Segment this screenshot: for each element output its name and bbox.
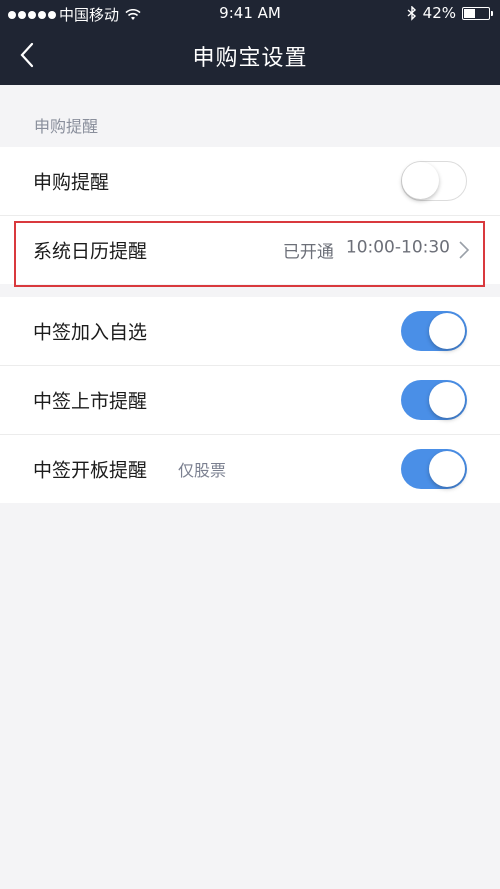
- status-bar: 中国移动 9:41 AM 42%: [0, 0, 500, 26]
- row-label: 中签加入自选: [33, 321, 148, 344]
- section-header-label: 申购提醒: [34, 117, 99, 136]
- navigation-bar: 申购宝设置: [0, 26, 500, 85]
- calendar-status: 已开通: [282, 242, 334, 263]
- section-gap: [0, 284, 500, 297]
- settings-group-2: 中签加入自选 中签上市提醒 中签开板提醒 仅股票: [0, 297, 500, 503]
- row-label: 申购提醒: [33, 171, 110, 194]
- page-title: 申购宝设置: [192, 46, 308, 71]
- settings-group-1: 申购提醒 系统日历提醒 已开通 10:00-10:30: [0, 147, 500, 284]
- bluetooth-icon: [407, 5, 416, 21]
- battery-icon: [462, 6, 493, 20]
- row-note: 仅股票: [178, 461, 227, 480]
- calendar-value: 已开通 10:00-10:30: [283, 238, 450, 263]
- section-header: 申购提醒: [0, 85, 500, 147]
- row-label: 中签开板提醒: [33, 459, 148, 482]
- row-subscribe-reminder: 申购提醒: [0, 147, 500, 216]
- row-add-watchlist: 中签加入自选: [0, 297, 500, 366]
- row-listing-reminder: 中签上市提醒: [0, 366, 500, 435]
- open-board-reminder-toggle[interactable]: [401, 449, 467, 489]
- listing-reminder-toggle[interactable]: [401, 380, 467, 420]
- chevron-right-icon: [459, 241, 470, 259]
- calendar-time-range: 10:00-10:30: [345, 237, 450, 258]
- battery-percent: 42%: [422, 4, 456, 22]
- row-label: 中签上市提醒: [33, 390, 148, 413]
- subscribe-reminder-toggle[interactable]: [401, 161, 467, 201]
- add-watchlist-toggle[interactable]: [401, 311, 467, 351]
- top-bar: 中国移动 9:41 AM 42% 申购宝设置: [0, 0, 500, 85]
- row-calendar-reminder[interactable]: 系统日历提醒 已开通 10:00-10:30: [0, 216, 500, 284]
- status-right: 42%: [407, 4, 493, 22]
- row-open-board-reminder: 中签开板提醒 仅股票: [0, 435, 500, 503]
- row-label: 系统日历提醒: [33, 240, 148, 263]
